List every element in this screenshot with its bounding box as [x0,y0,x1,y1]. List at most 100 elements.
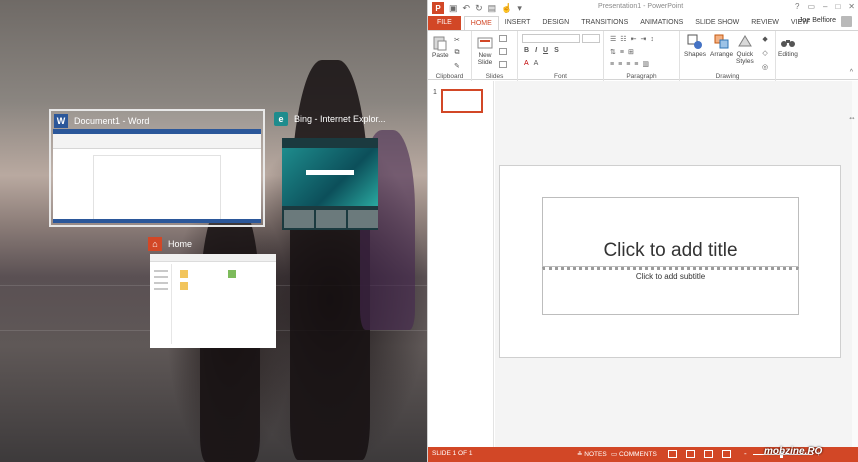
columns-icon[interactable]: ▥ [642,60,649,68]
italic-button[interactable]: I [535,47,537,54]
internet-explorer-icon: e [274,112,288,126]
slide-number: 1 [433,89,437,96]
thumbnail-title-text: Bing - Internet Explor... [294,114,386,124]
shape-outline-icon[interactable]: ◇ [762,49,767,57]
font-size-dropdown[interactable] [582,34,600,43]
thumbnail-title-text: Home [168,239,193,249]
present-icon[interactable]: ▤ [488,3,497,14]
slide-thumbnail-panel: 1 [428,81,494,447]
clear-formatting-icon[interactable]: A [534,60,539,67]
slide-thumbnail[interactable] [441,89,483,113]
align-text-icon[interactable]: ≡ [620,49,624,56]
maximize-icon[interactable]: □ [835,2,840,11]
shapes-label: Shapes [684,51,707,58]
user-name[interactable]: Joe Belfiore [799,17,836,24]
font-family-dropdown[interactable] [522,34,580,43]
paragraph-row-1: ☰ ☷ ⇤ ⇥ ↕ [610,35,654,44]
touch-mode-icon[interactable]: ☝ [501,3,512,14]
word-status-bar [53,219,261,223]
tab-design[interactable]: DESIGN [536,16,575,30]
arrange-label: Arrange [710,51,734,58]
zoom-out-button[interactable]: - [744,449,747,458]
notes-label: NOTES [584,451,607,458]
align-left-icon[interactable]: ≡ [610,61,614,68]
text-direction-icon[interactable]: ⇅ [610,48,616,56]
nav-item [154,282,168,284]
subtitle-placeholder[interactable]: Click to add subtitle [542,267,799,315]
editing-button[interactable]: Editing [778,34,798,58]
new-slide-icon [477,37,493,49]
tab-slide-show[interactable]: SLIDE SHOW [689,16,745,30]
ribbon-tabs: FILE HOME INSERT DESIGN TRANSITIONS ANIM… [428,15,858,31]
quick-styles-button[interactable]: Quick Styles [736,34,754,65]
slide-sorter-icon[interactable] [686,450,695,458]
comments-button[interactable]: ▭ COMMENTS [611,450,657,458]
reset-icon[interactable] [499,48,507,55]
vertical-scrollbar[interactable] [852,81,858,447]
close-icon[interactable]: ✕ [848,2,855,11]
tab-file[interactable]: FILE [428,16,461,30]
slide-show-icon[interactable] [722,450,731,458]
redo-icon[interactable]: ↻ [475,3,483,14]
reading-view-icon[interactable] [704,450,713,458]
quick-styles-icon [737,35,752,47]
cut-icon[interactable]: ✂ [454,36,460,44]
arrange-button[interactable]: Arrange [710,34,733,58]
title-placeholder[interactable]: Click to add title [542,197,799,267]
tab-insert[interactable]: INSERT [499,16,537,30]
slide-canvas[interactable]: Click to add title Click to add subtitle [499,165,841,358]
notes-button[interactable]: ≗ NOTES [577,450,607,458]
powerpoint-window: P ▣ ↶ ↻ ▤ ☝ ▾ Presentation1 - PowerPoint… [427,0,858,462]
ribbon-options-icon[interactable]: ▭ [807,2,815,11]
copy-icon[interactable]: ⧉ [454,49,459,57]
word-icon: W [54,114,68,128]
nav-item [154,288,168,290]
tab-animations[interactable]: ANIMATIONS [634,16,689,30]
slide-count: SLIDE 1 OF 1 [432,450,473,457]
underline-button[interactable]: U [543,47,548,54]
tab-home[interactable]: HOME [463,15,499,31]
snap-thumbnail-ie[interactable]: e Bing - Internet Explor... [272,109,386,230]
increase-indent-icon[interactable]: ⇥ [640,35,646,43]
undo-icon[interactable]: ↶ [463,3,471,14]
bing-search-box [306,170,354,175]
format-painter-icon[interactable]: ✎ [454,62,460,70]
ribbon-group-clipboard: Paste ✂ ⧉ ✎ Clipboard [428,31,472,81]
smartart-icon[interactable]: ⊞ [628,48,634,56]
thumbnail-title: e Bing - Internet Explor... [274,112,386,126]
tab-review[interactable]: REVIEW [745,16,785,30]
layout-icon[interactable] [499,35,507,42]
avatar[interactable] [841,16,852,27]
bold-button[interactable]: B [524,47,529,54]
paste-button[interactable]: Paste [432,35,449,59]
shape-effects-icon[interactable]: ◎ [762,63,768,71]
strikethrough-button[interactable]: S [554,47,559,54]
shapes-button[interactable]: Shapes [684,34,706,58]
word-preview [53,129,261,223]
decrease-indent-icon[interactable]: ⇤ [631,35,637,43]
window-title: Presentation1 - PowerPoint [598,3,684,10]
snap-thumbnail-word[interactable]: W Document1 - Word [49,109,265,227]
font-color-icon[interactable]: A [524,60,529,67]
new-slide-label: New [478,52,492,59]
help-icon[interactable]: ? [795,2,799,11]
arrange-icon [714,34,729,49]
justify-icon[interactable]: ≡ [634,61,638,68]
bullets-icon[interactable]: ☰ [610,35,616,43]
powerpoint-logo-icon: P [432,2,444,14]
align-right-icon[interactable]: ≡ [626,61,630,68]
snap-thumbnail-home[interactable]: ⌂ Home [148,234,278,350]
numbering-icon[interactable]: ☷ [620,35,626,43]
new-slide-button[interactable]: New Slide [477,35,493,66]
minimize-icon[interactable]: – [823,2,827,11]
section-icon[interactable] [499,61,507,68]
align-center-icon[interactable]: ≡ [618,61,622,68]
customize-qat-icon[interactable]: ▾ [517,3,522,14]
line-spacing-icon[interactable]: ↕ [650,36,654,43]
save-icon[interactable]: ▣ [449,3,458,14]
shape-fill-icon[interactable]: ◆ [762,35,767,43]
explorer-toolbar [150,254,276,262]
tab-transitions[interactable]: TRANSITIONS [575,16,634,30]
normal-view-icon[interactable] [668,450,677,458]
collapse-ribbon-icon[interactable]: ^ [850,69,853,76]
